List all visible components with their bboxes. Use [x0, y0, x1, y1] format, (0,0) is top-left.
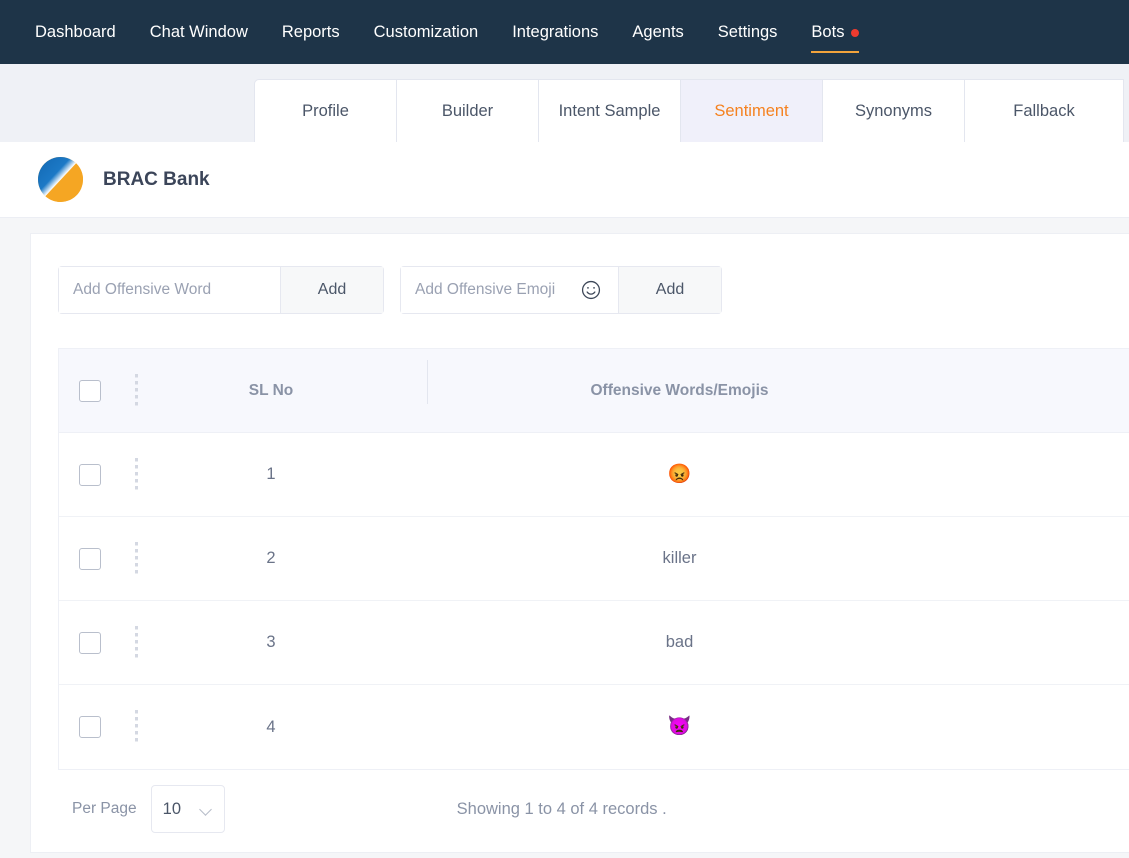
- bot-name: BRAC Bank: [103, 168, 210, 190]
- per-page-value: 10: [162, 799, 181, 818]
- topnav-item-agents[interactable]: Agents: [615, 0, 700, 64]
- topnav-label: Settings: [717, 22, 778, 41]
- tab-synonyms[interactable]: Synonyms: [822, 79, 964, 142]
- cell-sl-no: 2: [266, 549, 276, 567]
- add-controls-row: Add Add: [58, 266, 1129, 314]
- angry-face-emoji: 😡: [667, 463, 692, 485]
- add-offensive-word-input[interactable]: [73, 267, 266, 313]
- row-drag-handle[interactable]: [121, 710, 151, 744]
- records-count-text: Showing 1 to 4 of 4 records .: [456, 799, 667, 818]
- drag-dots-icon: [134, 541, 138, 576]
- row-drag-handle[interactable]: [121, 457, 151, 492]
- bot-header: BRAC Bank: [0, 142, 1129, 218]
- add-offensive-word-input-wrap[interactable]: [58, 266, 280, 314]
- tab-label: Intent Sample: [558, 101, 661, 120]
- row-checkbox[interactable]: [79, 716, 101, 738]
- table-row[interactable]: 4 👿: [59, 685, 1129, 769]
- tab-label: Profile: [302, 101, 349, 120]
- cell-sl-no: 4: [266, 717, 276, 736]
- tab-profile[interactable]: Profile: [254, 79, 396, 142]
- select-all-cell: [59, 379, 121, 402]
- row-select-cell: [59, 631, 121, 654]
- sentiment-content-card: Add Add: [30, 233, 1129, 853]
- imp-face-emoji: 👿: [667, 716, 692, 737]
- row-select-cell: [59, 547, 121, 570]
- add-offensive-word-button[interactable]: Add: [280, 266, 384, 314]
- table-row[interactable]: 3 bad: [59, 601, 1129, 685]
- sub-tab-strip-container: Profile Builder Intent Sample Sentiment …: [0, 64, 1129, 142]
- row-select-cell: [59, 463, 121, 486]
- sub-tab-strip: Profile Builder Intent Sample Sentiment …: [254, 79, 1129, 142]
- add-offensive-emoji-input[interactable]: [415, 267, 574, 313]
- table-header-row: SL No Offensive Words/Emojis: [59, 349, 1129, 433]
- chevron-down-icon: [200, 805, 213, 813]
- topnav-label: Integrations: [512, 22, 599, 41]
- row-drag-handle[interactable]: [121, 541, 151, 576]
- tab-label: Sentiment: [714, 101, 789, 120]
- add-offensive-emoji-group: Add: [400, 266, 722, 314]
- table-row[interactable]: 1 😡: [59, 433, 1129, 517]
- select-all-checkbox[interactable]: [79, 379, 101, 402]
- per-page-select[interactable]: 10: [150, 785, 225, 833]
- column-header-sl-no[interactable]: SL No: [151, 359, 428, 404]
- topnav-label: Reports: [281, 22, 340, 41]
- row-checkbox[interactable]: [79, 547, 101, 570]
- row-checkbox[interactable]: [79, 463, 101, 486]
- brac-bank-logo-icon: [38, 157, 83, 202]
- topnav-label: Agents: [632, 22, 684, 41]
- topnav-item-bots[interactable]: Bots: [794, 0, 876, 64]
- topnav-item-settings[interactable]: Settings: [701, 0, 795, 64]
- topnav-label: Dashboard: [35, 22, 116, 41]
- tab-intent-sample[interactable]: Intent Sample: [538, 79, 680, 142]
- cell-offensive-value: killer: [662, 549, 697, 567]
- drag-handle-column-header: [121, 373, 151, 408]
- notification-dot-icon: [851, 29, 860, 37]
- topnav-label: Chat Window: [149, 22, 248, 41]
- per-page-label: Per Page: [72, 800, 137, 817]
- cell-offensive-value: 😡: [391, 465, 1129, 485]
- topnav-label: Customization: [373, 22, 479, 41]
- row-drag-handle[interactable]: [121, 625, 151, 660]
- drag-dots-icon: [134, 710, 138, 744]
- top-navigation-bar: Dashboard Chat Window Reports Customizat…: [0, 0, 1129, 64]
- cell-sl-no: 3: [266, 633, 276, 651]
- drag-dots-icon: [134, 373, 138, 408]
- table-footer: Per Page 10 Showing 1 to 4 of 4 records …: [58, 770, 1129, 848]
- tab-fallback[interactable]: Fallback: [964, 79, 1124, 142]
- topnav-item-integrations[interactable]: Integrations: [495, 0, 615, 64]
- row-checkbox[interactable]: [79, 631, 101, 654]
- table-row[interactable]: 2 killer: [59, 517, 1129, 601]
- add-emoji-button-label: Add: [655, 281, 685, 298]
- add-offensive-emoji-input-wrap[interactable]: [400, 266, 618, 314]
- topnav-item-reports[interactable]: Reports: [265, 0, 357, 64]
- cell-offensive-value: bad: [665, 633, 694, 651]
- topnav-label: Bots: [811, 22, 845, 41]
- topnav-item-chat-window[interactable]: Chat Window: [133, 0, 265, 64]
- offensive-words-table: SL No Offensive Words/Emojis 1 😡 2 kille…: [58, 348, 1129, 770]
- tab-sentiment[interactable]: Sentiment: [680, 79, 822, 142]
- page-body: Add Add: [0, 218, 1129, 858]
- column-header-offensive-words[interactable]: Offensive Words/Emojis: [391, 382, 1129, 400]
- add-word-button-label: Add: [317, 281, 347, 298]
- tab-label: Fallback: [1013, 101, 1075, 120]
- row-select-cell: [59, 716, 121, 738]
- tab-label: Synonyms: [854, 101, 933, 120]
- smiley-face-icon[interactable]: [578, 277, 604, 303]
- drag-dots-icon: [134, 457, 138, 492]
- add-offensive-word-group: Add: [58, 266, 384, 314]
- topnav-item-customization[interactable]: Customization: [357, 0, 496, 64]
- add-offensive-emoji-button[interactable]: Add: [618, 266, 722, 314]
- tab-builder[interactable]: Builder: [396, 79, 538, 142]
- cell-sl-no: 1: [266, 465, 276, 483]
- topnav-item-dashboard[interactable]: Dashboard: [18, 0, 133, 64]
- drag-dots-icon: [134, 625, 138, 660]
- cell-offensive-value: 👿: [391, 717, 1129, 737]
- tab-label: Builder: [441, 101, 494, 120]
